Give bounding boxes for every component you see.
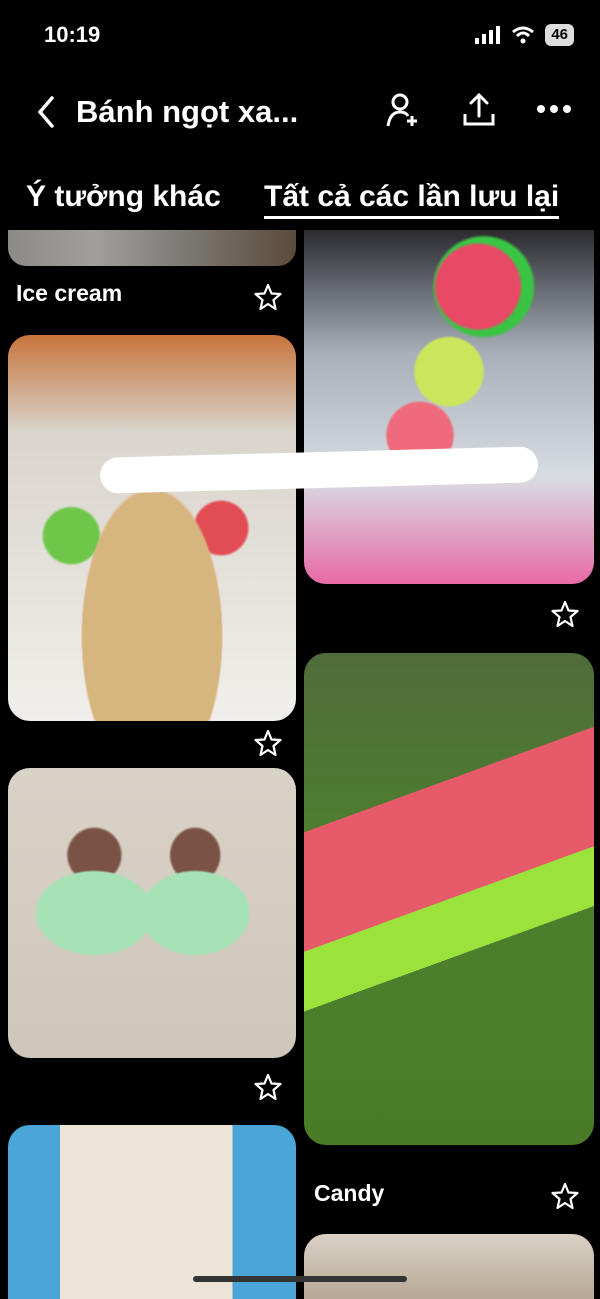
status-icons: 46 — [475, 24, 574, 46]
board-header: Bánh ngọt xa... — [0, 72, 600, 152]
star-icon[interactable] — [254, 729, 282, 757]
add-collaborator-icon[interactable] — [386, 92, 420, 128]
share-icon[interactable] — [462, 92, 496, 128]
pin-image-ice-cream-cones[interactable] — [8, 768, 296, 1058]
status-bar: 10:19 46 — [0, 0, 600, 72]
tab-bar: Ý tưởng khác Tất cả các lần lưu lại — [0, 170, 600, 230]
tab-all-saves[interactable]: Tất cả các lần lưu lại — [264, 180, 560, 219]
status-time: 10:19 — [44, 22, 101, 47]
battery-indicator: 46 — [545, 24, 574, 46]
pin-image-lollipop-basket[interactable] — [8, 335, 296, 721]
tab-more-ideas[interactable]: Ý tưởng khác — [26, 180, 221, 214]
board-title: Bánh ngọt xa... — [76, 94, 299, 129]
star-icon[interactable] — [551, 1182, 579, 1210]
home-indicator[interactable] — [193, 1276, 407, 1282]
pin-image-watermelon-lollipop[interactable] — [304, 653, 594, 1145]
pin-image-gummy-skewer[interactable] — [304, 230, 594, 584]
pin-image-store-shelf[interactable] — [304, 1234, 594, 1299]
signal-icon — [475, 26, 501, 44]
wifi-icon — [512, 26, 535, 44]
star-icon[interactable] — [254, 283, 282, 311]
back-icon[interactable] — [34, 94, 58, 130]
pin-label-ice-cream: Ice cream — [16, 280, 123, 306]
star-icon[interactable] — [551, 600, 579, 628]
pin-image-gummy-sharks[interactable] — [8, 1125, 296, 1299]
star-icon[interactable] — [254, 1073, 282, 1101]
pin-image-floor[interactable] — [8, 230, 296, 266]
more-icon[interactable] — [536, 104, 572, 114]
pin-label-candy: Candy — [314, 1180, 385, 1206]
